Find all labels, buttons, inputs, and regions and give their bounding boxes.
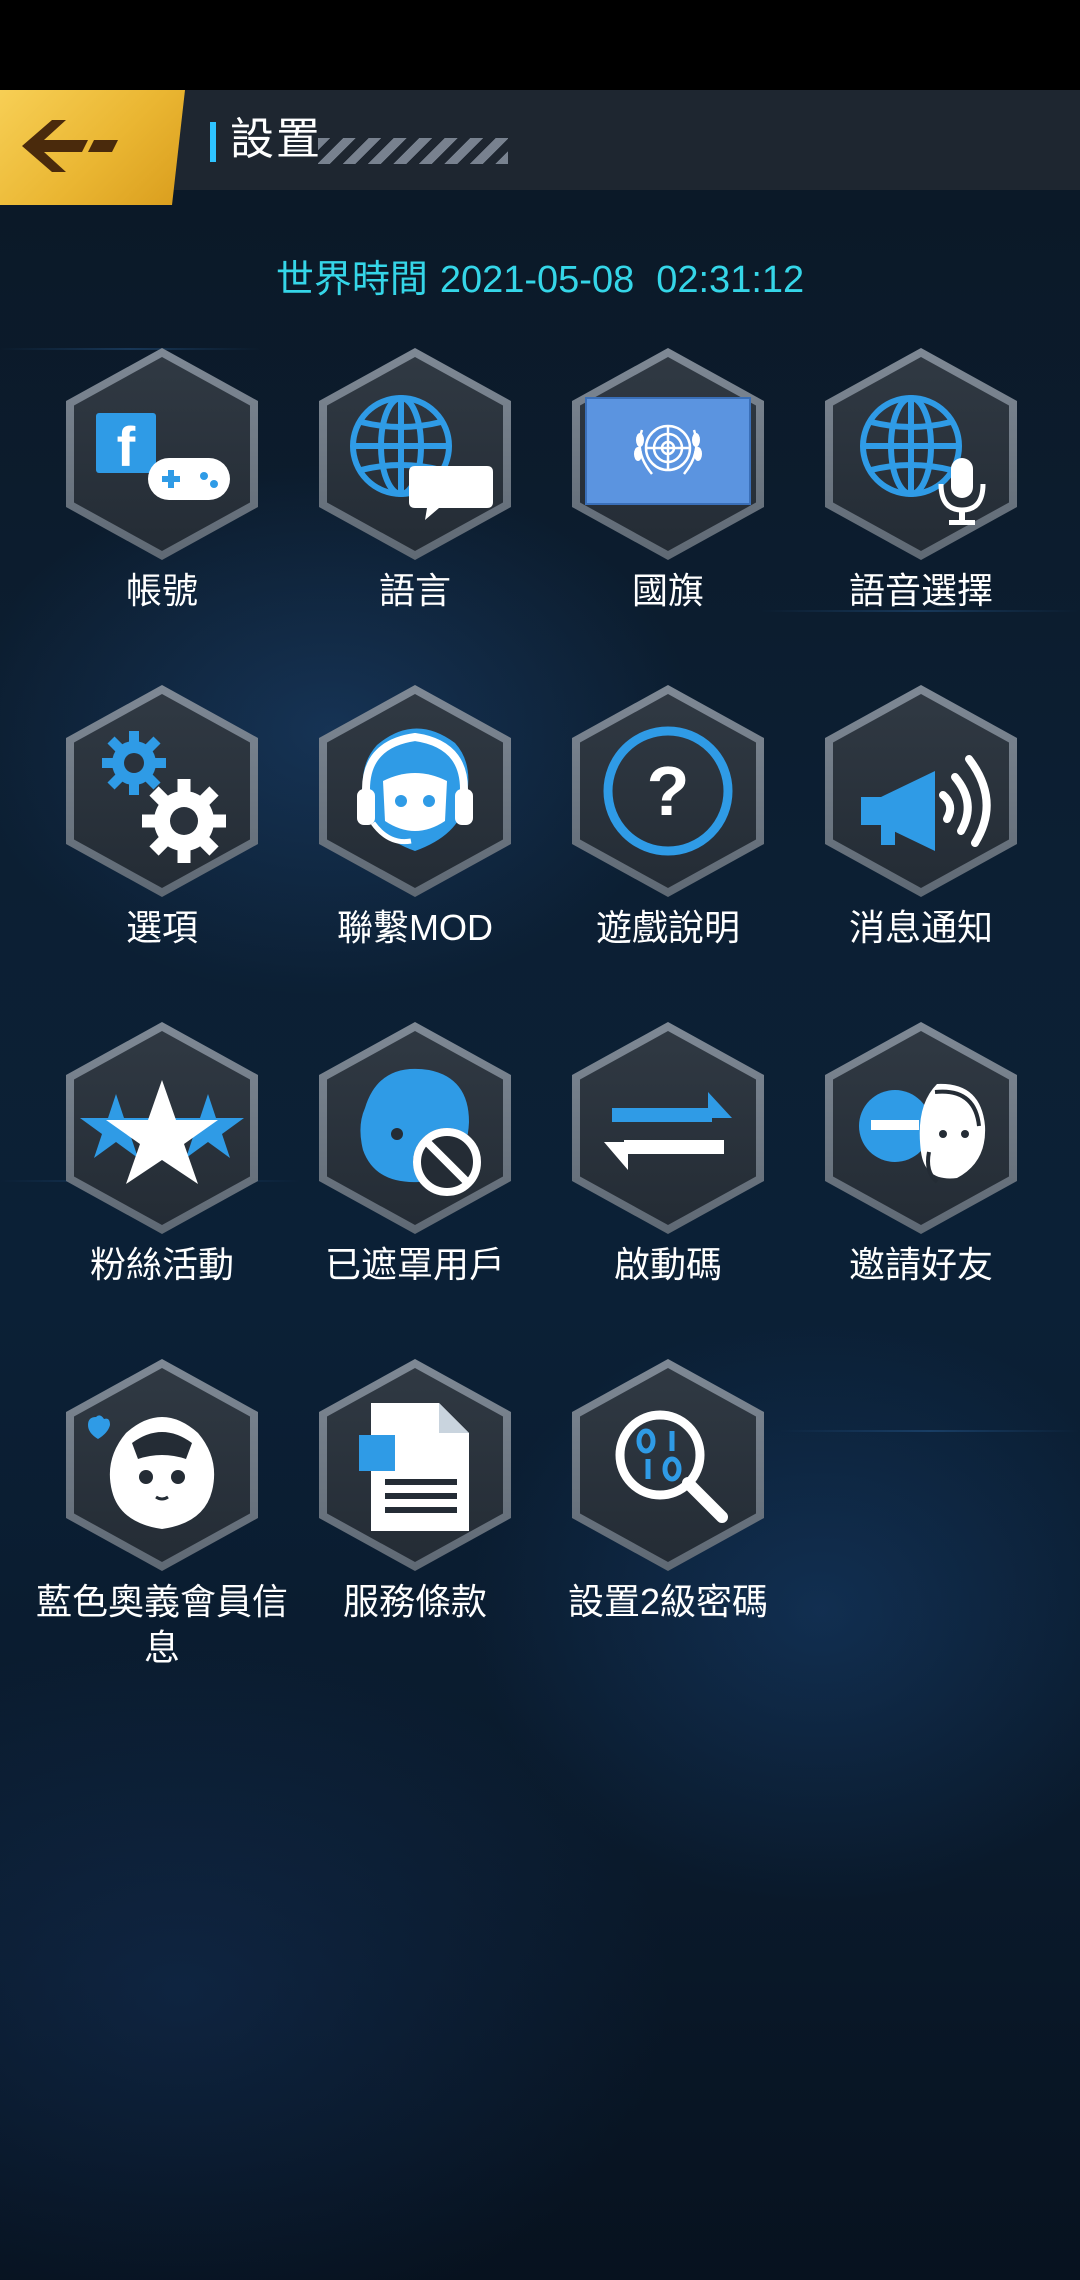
megaphone-icon bbox=[861, 755, 991, 851]
status-bar bbox=[0, 0, 1080, 90]
menu-item-language[interactable]: 語言 bbox=[305, 348, 525, 648]
stars-icon bbox=[80, 1080, 244, 1184]
un-flag-icon bbox=[585, 397, 751, 505]
menu-item-label: 消息通知 bbox=[848, 907, 993, 948]
gears-icon bbox=[102, 731, 226, 863]
menu-item-label: 語言 bbox=[378, 570, 451, 611]
svg-text:?: ? bbox=[647, 752, 690, 830]
menu-item-label: 已遮罩用戶 bbox=[324, 1244, 505, 1285]
swap-arrows-icon bbox=[604, 1092, 732, 1170]
menu-item-label: 設置2級密碼 bbox=[567, 1581, 769, 1622]
blocked-user-icon bbox=[360, 1068, 481, 1196]
world-time-date: 2021-05-08 bbox=[439, 259, 635, 301]
menu-item-blocked-users[interactable]: 已遮罩用戶 bbox=[305, 1022, 525, 1322]
title-accent-bar bbox=[210, 122, 216, 162]
menu-item-flag[interactable]: 國旗 bbox=[558, 348, 778, 648]
friends-icon bbox=[859, 1083, 986, 1184]
menu-item-notifications[interactable]: 消息通知 bbox=[811, 685, 1031, 985]
svg-text:f: f bbox=[117, 415, 136, 478]
menu-item-label: 藍色奧義會員信息 bbox=[35, 1581, 288, 1668]
globe-chat-icon bbox=[350, 395, 493, 520]
menu-item-voice-selection[interactable]: 語音選擇 bbox=[811, 348, 1031, 648]
menu-item-member-info[interactable]: 藍色奧義會員信息 bbox=[36, 1359, 288, 1668]
back-arrow-icon bbox=[22, 120, 118, 172]
background-streak bbox=[780, 1430, 1080, 1432]
menu-item-terms-of-service[interactable]: 服務條款 bbox=[305, 1359, 525, 1659]
menu-item-invite-friends[interactable]: 邀請好友 bbox=[811, 1022, 1031, 1322]
menu-item-label: 選項 bbox=[125, 907, 198, 948]
menu-item-label: 語音選擇 bbox=[848, 570, 993, 611]
menu-item-account[interactable]: f 帳號 bbox=[52, 348, 272, 648]
title-stripes-decoration bbox=[318, 138, 508, 164]
menu-item-label: 服務條款 bbox=[342, 1581, 487, 1622]
settings-screen: 設置 世界時間 2021-05-08 02:31:12 f 帳號 語言 國旗 語… bbox=[0, 90, 1080, 2280]
globe-microphone-icon bbox=[860, 395, 986, 525]
menu-item-secondary-password[interactable]: 設置2級密碼 bbox=[558, 1359, 778, 1659]
document-icon bbox=[359, 1403, 469, 1531]
menu-item-label: 粉絲活動 bbox=[89, 1244, 234, 1285]
question-mark-icon: ? bbox=[603, 726, 733, 856]
menu-item-label: 國旗 bbox=[631, 570, 704, 611]
world-time-clock: 02:31:12 bbox=[656, 259, 805, 301]
menu-item-fan-events[interactable]: 粉絲活動 bbox=[52, 1022, 272, 1322]
headset-character-icon bbox=[357, 728, 473, 851]
member-character-icon bbox=[88, 1415, 215, 1529]
binary-search-icon bbox=[615, 1410, 728, 1523]
world-time-label: 世界時間 bbox=[275, 259, 428, 301]
menu-item-label: 帳號 bbox=[125, 570, 198, 611]
world-time: 世界時間 2021-05-08 02:31:12 bbox=[0, 255, 1080, 305]
menu-item-label: 聯繫MOD bbox=[337, 907, 493, 948]
menu-item-label: 遊戲說明 bbox=[595, 907, 740, 948]
menu-item-label: 啟動碼 bbox=[613, 1244, 722, 1285]
back-button[interactable] bbox=[0, 90, 185, 205]
menu-item-game-guide[interactable]: ? 遊戲說明 bbox=[558, 685, 778, 985]
menu-item-contact-mod[interactable]: 聯繫MOD bbox=[305, 685, 525, 985]
menu-item-label: 邀請好友 bbox=[848, 1244, 993, 1285]
page-title: 設置 bbox=[230, 115, 322, 164]
facebook-gamepad-icon: f bbox=[96, 413, 230, 500]
menu-item-activation-code[interactable]: 啟動碼 bbox=[558, 1022, 778, 1322]
menu-item-options[interactable]: 選項 bbox=[52, 685, 272, 985]
